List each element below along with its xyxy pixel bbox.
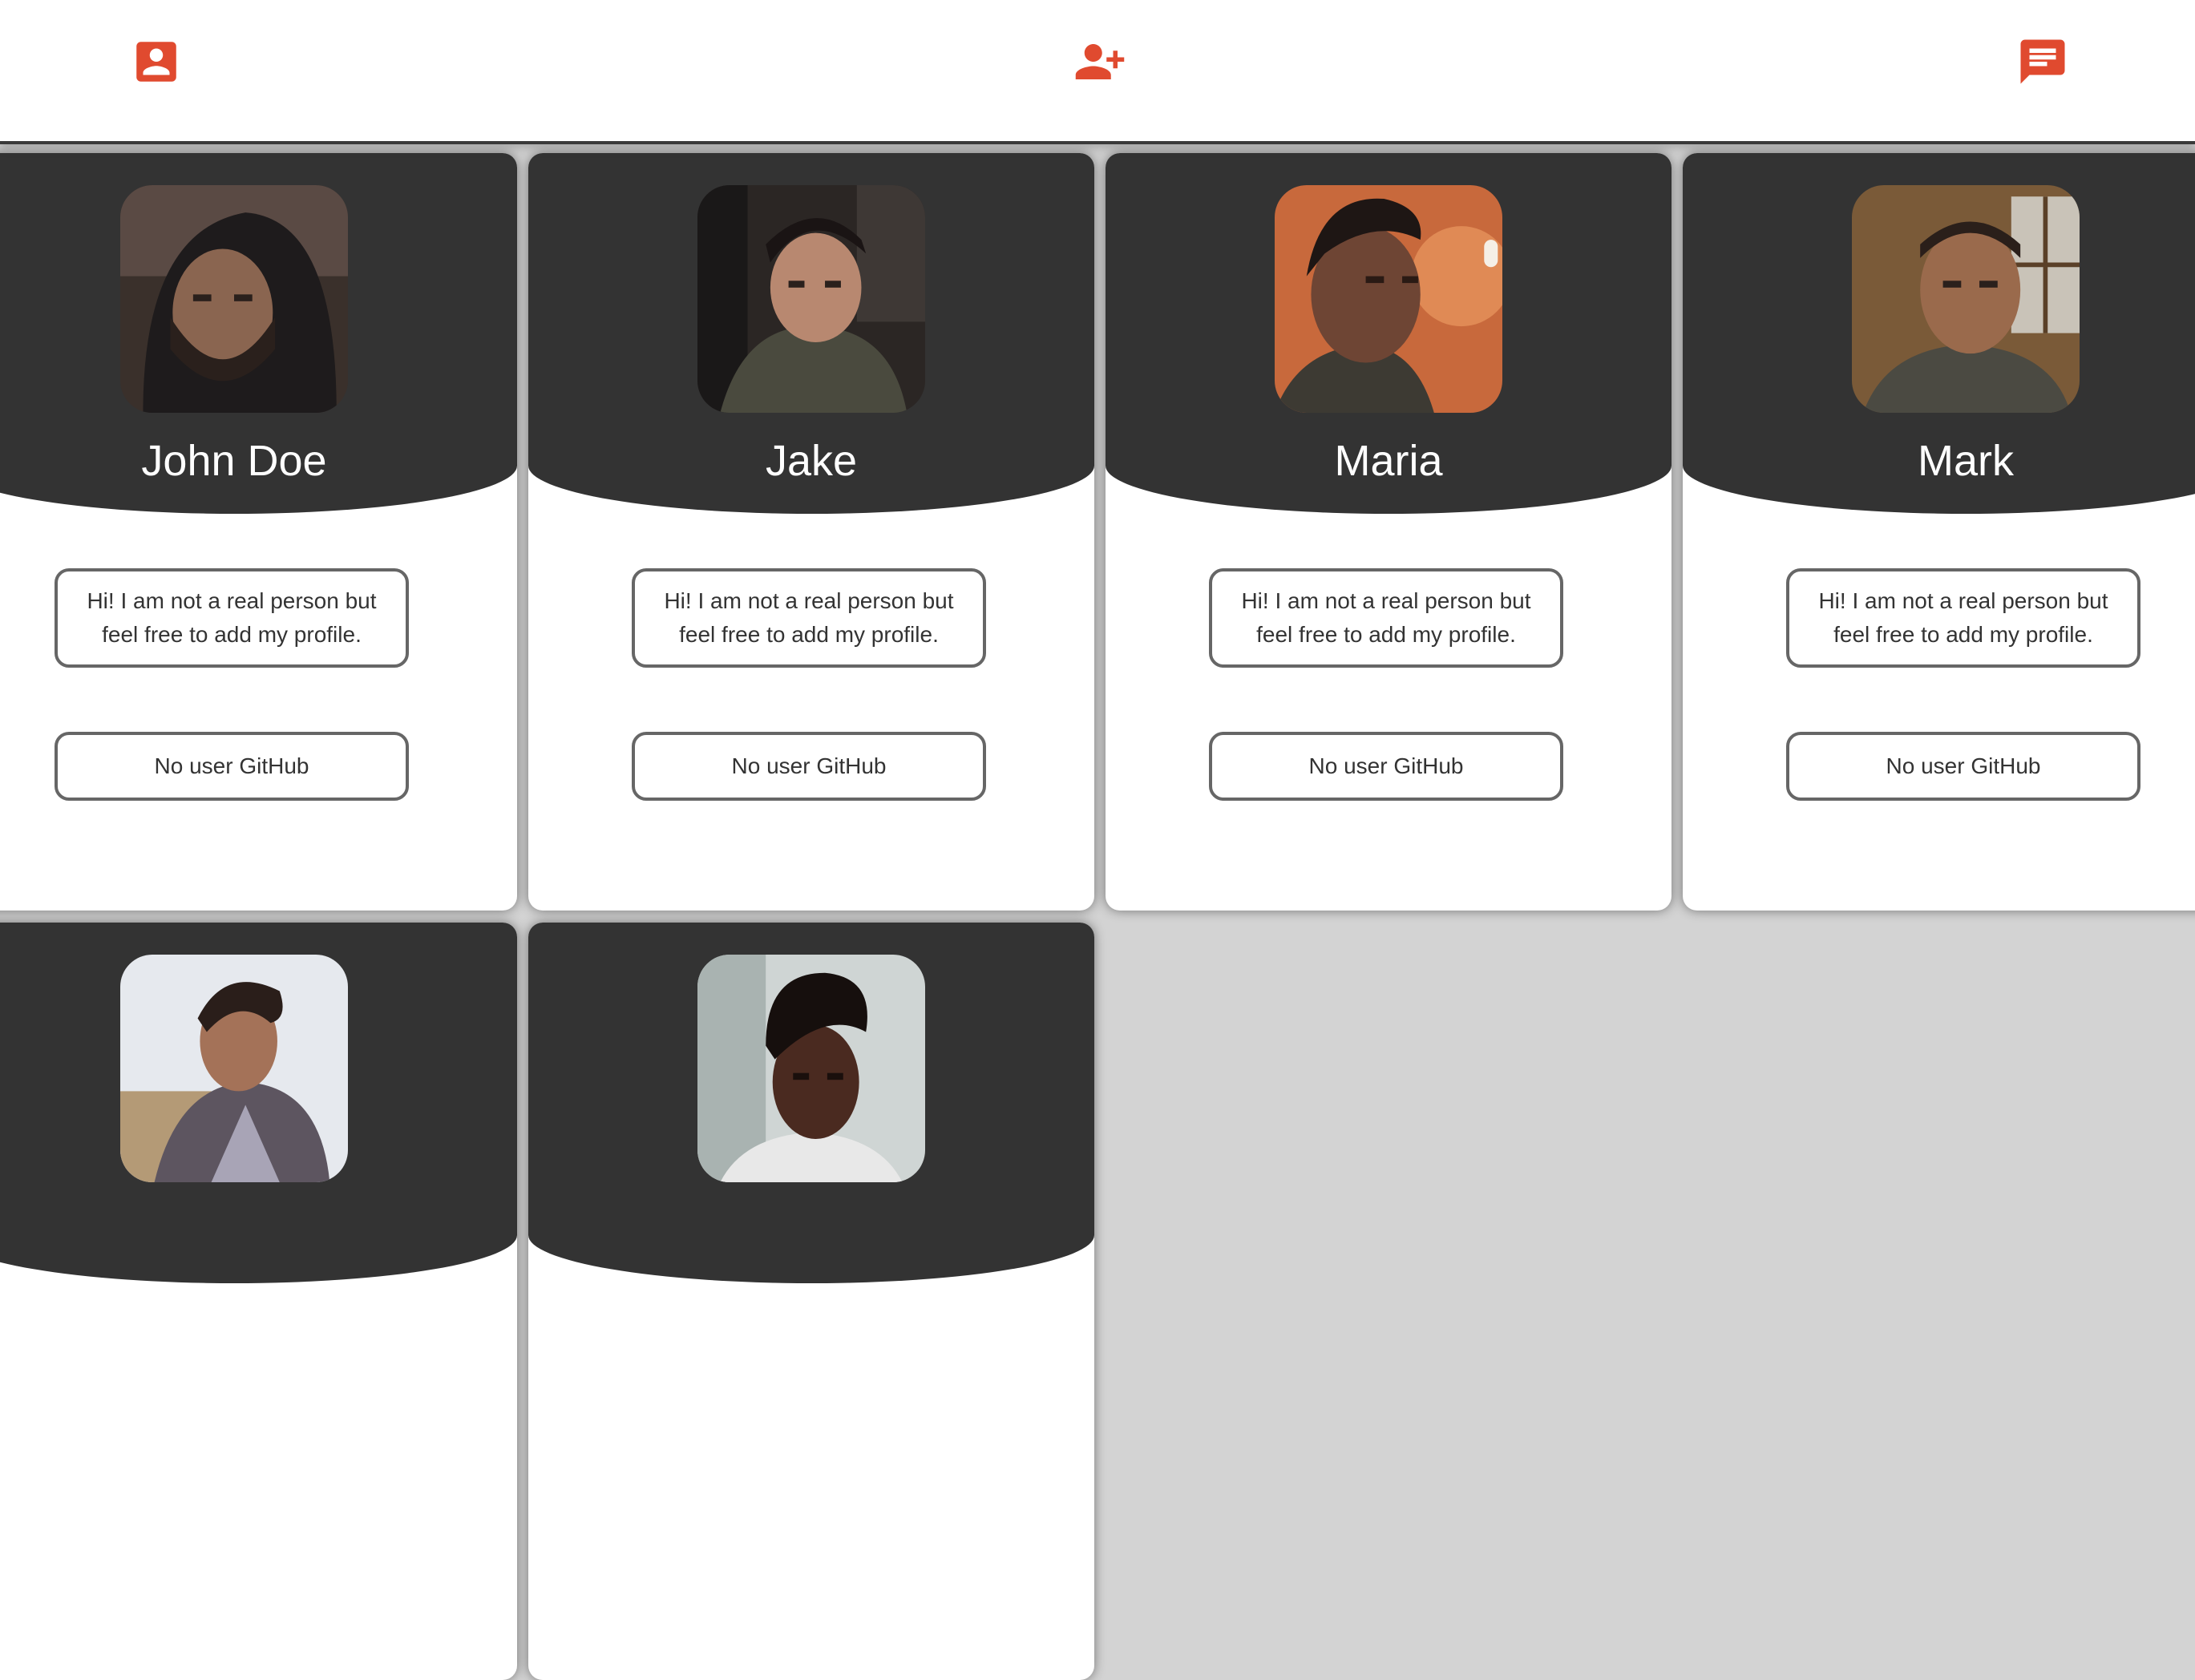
- avatar: [697, 185, 925, 413]
- profile-name: Jake: [765, 437, 858, 485]
- profile-card: [528, 923, 1094, 1680]
- top-navigation-bar: [0, 0, 2195, 144]
- profile-name: John Doe: [141, 437, 327, 485]
- account-box-icon[interactable]: [130, 35, 183, 88]
- profile-bio: Hi! I am not a real person but feel free…: [1209, 568, 1563, 668]
- github-button[interactable]: No user GitHub: [1209, 732, 1563, 801]
- profile-card: John Doe Hi! I am not a real person but …: [0, 153, 517, 911]
- profile-bio: Hi! I am not a real person but feel free…: [632, 568, 986, 668]
- avatar: [120, 185, 348, 413]
- profile-bio: Hi! I am not a real person but feel free…: [55, 568, 409, 668]
- profile-card: Mark Hi! I am not a real person but feel…: [1683, 153, 2195, 911]
- avatar: [120, 955, 348, 1182]
- profile-cards-grid: John Doe Hi! I am not a real person but …: [0, 144, 2195, 1680]
- person-add-icon[interactable]: [1071, 35, 1129, 88]
- profile-card: Jake Hi! I am not a real person but feel…: [528, 153, 1094, 911]
- avatar: [1275, 185, 1502, 413]
- github-button[interactable]: No user GitHub: [55, 732, 409, 801]
- chat-message-icon[interactable]: [2014, 35, 2072, 88]
- profile-name: Maria: [1334, 437, 1443, 485]
- profile-card: [0, 923, 517, 1680]
- profile-name: Mark: [1918, 437, 2014, 485]
- avatar: [1852, 185, 2080, 413]
- profile-card: Maria Hi! I am not a real person but fee…: [1106, 153, 1672, 911]
- github-button[interactable]: No user GitHub: [632, 732, 986, 801]
- avatar: [697, 955, 925, 1182]
- github-button[interactable]: No user GitHub: [1786, 732, 2140, 801]
- profile-bio: Hi! I am not a real person but feel free…: [1786, 568, 2140, 668]
